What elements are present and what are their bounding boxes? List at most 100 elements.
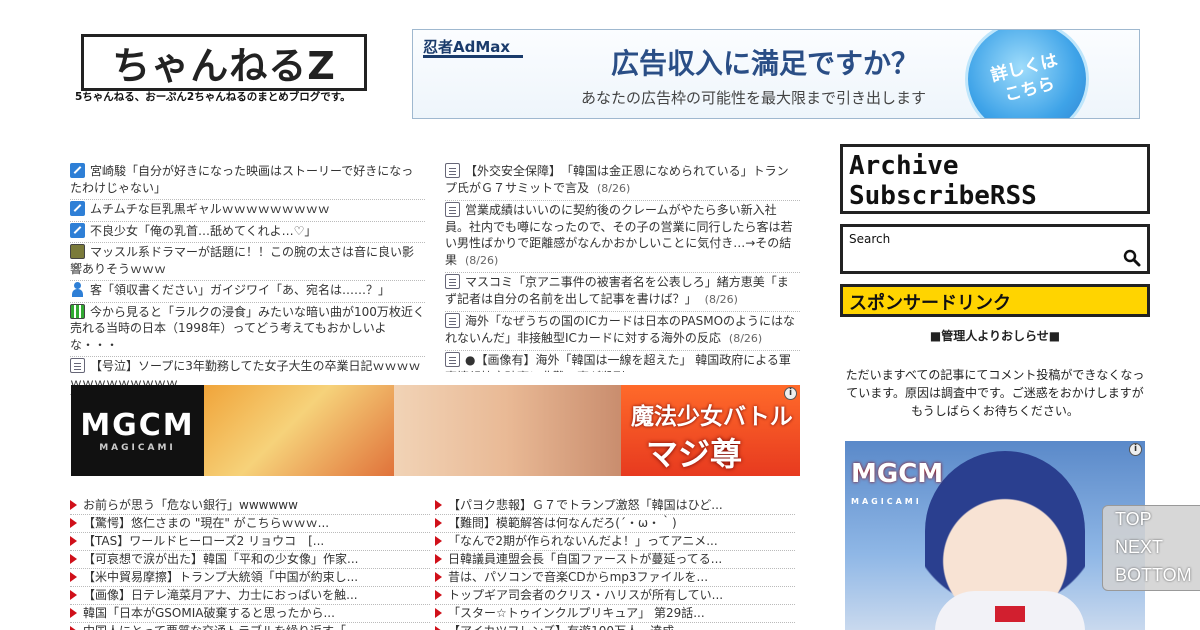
admin-notice-title: ■管理人よりおしらせ■ bbox=[929, 329, 1061, 343]
related-link-title[interactable]: 【アイカツフレンズ】有遊100万人、達成... bbox=[448, 624, 686, 630]
related-link-item[interactable]: 【パヨク悲報】Ｇ７でトランプ激怒「韓国はひど... bbox=[435, 497, 795, 515]
feed-item-title[interactable]: 宮崎駿「自分が好きになった映画はストーリーで好きになったわけじゃない」 bbox=[70, 164, 413, 195]
bullet-arrow-icon bbox=[435, 518, 442, 528]
site-logo[interactable]: ちゃんねるZ bbox=[81, 34, 367, 91]
feed-item-title[interactable]: 不良少女「俺の乳首…舐めてくれよ…♡」 bbox=[90, 224, 316, 238]
related-link-item[interactable]: 韓国「日本がGSOMIA破棄すると思ったから... bbox=[70, 605, 430, 623]
related-link-item[interactable]: 【アイカツフレンズ】有遊100万人、達成... bbox=[435, 623, 795, 630]
ad-cta-button[interactable]: 詳しくは こちら bbox=[965, 30, 1089, 118]
subscribe-rss-link[interactable]: SubscribeRSS bbox=[849, 181, 1141, 211]
feed-item[interactable]: マスコミ「京アニ事件の被害者名を公表しろ」緒方恵美「まず記者は自分の名前を出して… bbox=[445, 273, 800, 312]
related-link-title[interactable]: 【可哀想で涙が出た】韓国「平和の少女像」作家... bbox=[83, 552, 358, 566]
related-link-item[interactable]: 【驚愕】悠仁さまの "現在" がこちらｗｗｗ... bbox=[70, 515, 430, 533]
document-icon bbox=[445, 313, 460, 328]
ad-brand: 忍者AdMax bbox=[423, 38, 511, 56]
feed-item-date: (8/26) bbox=[465, 253, 499, 267]
related-link-item[interactable]: 日韓議員連盟会長「自国ファーストが蔓延ってる... bbox=[435, 551, 795, 569]
bullet-arrow-icon bbox=[70, 554, 77, 564]
related-link-item[interactable]: 「なんで2期が作られないんだよ！」ってアニメ... bbox=[435, 533, 795, 551]
related-link-title[interactable]: 【TAS】ワールドヒーローズ2 リョウコ [... bbox=[83, 534, 324, 548]
feed-item-date: (8/26) bbox=[633, 371, 666, 373]
feed-item[interactable]: 海外「なぜうちの国のICカードは日本のPASMOのようにはなれないんだ」非接触型… bbox=[445, 312, 800, 351]
related-link-item[interactable]: お前らが思う「危ない銀行」wwwwww bbox=[70, 497, 430, 515]
feed-item-date: (8/26) bbox=[597, 181, 631, 195]
nav-bottom-link[interactable]: BOTTOM bbox=[1115, 565, 1192, 586]
related-link-title[interactable]: 【難問】模範解答は何なんだろ(´・ω・｀) bbox=[448, 516, 677, 530]
feed-item-title[interactable]: 今から見ると「ラルクの浸食」みたいな暗い曲が100万枚近く売れる当時の日本（19… bbox=[70, 305, 425, 352]
feed-item[interactable]: 宮崎駿「自分が好きになった映画はストーリーで好きになったわけじゃない」 bbox=[70, 162, 425, 200]
feed-item[interactable]: 【外交安全保障】 「韓国は金正恩になめられている」トランプ氏がＧ７サミットで言及… bbox=[445, 162, 800, 201]
related-link-title[interactable]: トップギア司会者のクリス・ハリスが所有してい... bbox=[448, 588, 723, 602]
ad-brand-underline bbox=[423, 55, 523, 58]
mid-ad-copy-2: マジ尊い。 bbox=[646, 435, 743, 473]
bullet-arrow-icon bbox=[70, 608, 77, 618]
feed-item[interactable]: 不良少女「俺の乳首…舐めてくれよ…♡」 bbox=[70, 222, 425, 243]
related-link-title[interactable]: 韓国「日本がGSOMIA破棄すると思ったから... bbox=[83, 606, 335, 620]
bullet-arrow-icon bbox=[435, 500, 442, 510]
related-link-item[interactable]: 【可哀想で涙が出た】韓国「平和の少女像」作家... bbox=[70, 551, 430, 569]
bullet-arrow-icon bbox=[70, 572, 77, 582]
feed-item-date: (8/26) bbox=[728, 331, 763, 345]
ad-headline: 広告収入に満足ですか？ bbox=[611, 47, 920, 80]
bullet-arrow-icon bbox=[435, 536, 442, 546]
feed-item[interactable]: 営業成績はいいのに契約後のクレームがやたら多い新入社員。社内でも噂になったので、… bbox=[445, 201, 800, 273]
related-link-title[interactable]: 昔は、パソコンで音楽CDからmp3ファイルを... bbox=[448, 570, 708, 584]
related-link-title[interactable]: 【画像】日テレ滝菜月アナ、力士におっぱいを触... bbox=[83, 588, 358, 602]
blue-icon bbox=[70, 201, 85, 216]
bullet-arrow-icon bbox=[70, 590, 77, 600]
antenna-feed-right: 【外交安全保障】 「韓国は金正恩になめられている」トランプ氏がＧ７サミットで言及… bbox=[445, 162, 800, 372]
feed-item-date: (8/26) bbox=[704, 292, 738, 306]
archive-link[interactable]: Archive bbox=[849, 151, 1141, 181]
related-link-title[interactable]: お前らが思う「危ない銀行」wwwwww bbox=[83, 498, 298, 512]
middle-banner-ad[interactable]: MGCM MAGICAMI 魔法少女バトル マジ尊い。 i bbox=[71, 385, 800, 476]
blue-icon bbox=[70, 163, 85, 178]
related-link-title[interactable]: 「なんで2期が作られないんだよ！」ってアニメ... bbox=[448, 534, 718, 548]
nav-top-link[interactable]: TOP bbox=[1115, 509, 1152, 530]
mid-ad-logo-text: MGCM bbox=[80, 408, 195, 443]
document-icon bbox=[445, 274, 460, 289]
feed-item[interactable]: マッスル系ドラマーが話題に！！この腕の太さは音に良い影響ありそうｗｗｗ bbox=[70, 243, 425, 281]
related-link-title[interactable]: 「スター☆トゥインクルプリキュア」 第29話... bbox=[448, 606, 705, 620]
mid-ad-artwork-1 bbox=[204, 385, 394, 476]
related-link-item[interactable]: 【米中貿易摩擦】トランプ大統領「中国が約束し... bbox=[70, 569, 430, 587]
related-links-right: 【パヨク悲報】Ｇ７でトランプ激怒「韓国はひど... 【難問】模範解答は何なんだろ(… bbox=[435, 497, 795, 630]
search-label: Search bbox=[849, 232, 891, 246]
search-input[interactable] bbox=[849, 249, 1119, 267]
related-link-title[interactable]: 【パヨク悲報】Ｇ７でトランプ激怒「韓国はひど... bbox=[448, 498, 723, 512]
document-icon bbox=[70, 358, 85, 373]
related-link-title[interactable]: 中国人にとって悪質な交通トラブルを繰り返す「... bbox=[83, 624, 358, 630]
bullet-arrow-icon bbox=[70, 536, 77, 546]
feed-item-title[interactable]: 客「領収書ください」ガイジワイ「あ、宛名は……？」 bbox=[90, 283, 390, 297]
document-icon bbox=[445, 202, 460, 217]
feed-item[interactable]: ムチムチな巨乳黒ギャルｗｗｗｗｗｗｗｗｗ bbox=[70, 200, 425, 222]
related-link-title[interactable]: 日韓議員連盟会長「自国ファーストが蔓延ってる... bbox=[448, 552, 722, 566]
feed-item[interactable]: 客「領収書ください」ガイジワイ「あ、宛名は……？」 bbox=[70, 281, 425, 303]
related-link-item[interactable]: 中国人にとって悪質な交通トラブルを繰り返す「... bbox=[70, 623, 430, 630]
sidebar-ad[interactable]: MGCM MAGICAMI i bbox=[845, 441, 1145, 630]
feed-item-title[interactable]: ●【画像有】海外「韓国は一線を超えた」 韓国政府による軍事情報協定破棄に非難の声… bbox=[445, 353, 791, 372]
search-icon[interactable] bbox=[1123, 249, 1141, 267]
feed-item-title[interactable]: マッスル系ドラマーが話題に！！この腕の太さは音に良い影響ありそうｗｗｗ bbox=[70, 245, 414, 276]
feed-item-title[interactable]: ムチムチな巨乳黒ギャルｗｗｗｗｗｗｗｗｗ bbox=[90, 202, 330, 216]
sidebar-ad-logo-text: MGCM bbox=[851, 459, 944, 489]
related-link-item[interactable]: 昔は、パソコンで音楽CDからmp3ファイルを... bbox=[435, 569, 795, 587]
top-banner-ad[interactable]: 忍者AdMax 広告収入に満足ですか？ あなたの広告枠の可能性を最大限まで引き出… bbox=[412, 29, 1140, 119]
antenna-feed-left: 宮崎駿「自分が好きになった映画はストーリーで好きになったわけじゃない」ムチムチな… bbox=[70, 162, 425, 395]
related-link-item[interactable]: 【難問】模範解答は何なんだろ(´・ω・｀) bbox=[435, 515, 795, 533]
related-link-item[interactable]: 「スター☆トゥインクルプリキュア」 第29話... bbox=[435, 605, 795, 623]
mid-ad-logo-sub: MAGICAMI bbox=[99, 443, 176, 453]
related-link-title[interactable]: 【米中貿易摩擦】トランプ大統領「中国が約束し... bbox=[83, 570, 358, 584]
nav-next-link[interactable]: NEXT bbox=[1115, 537, 1163, 558]
feed-item[interactable]: ●【画像有】海外「韓国は一線を超えた」 韓国政府による軍事情報協定破棄に非難の声… bbox=[445, 351, 800, 372]
grid-icon bbox=[70, 303, 85, 319]
related-link-title[interactable]: 【驚愕】悠仁さまの "現在" がこちらｗｗｗ... bbox=[83, 516, 329, 530]
site-tagline: 5ちゃんねる、おーぷん2ちゃんねるのまとめブログです。 bbox=[75, 91, 351, 103]
mid-ad-logo: MGCM MAGICAMI bbox=[71, 385, 204, 476]
related-link-item[interactable]: トップギア司会者のクリス・ハリスが所有してい... bbox=[435, 587, 795, 605]
related-link-item[interactable]: 【画像】日テレ滝菜月アナ、力士におっぱいを触... bbox=[70, 587, 430, 605]
sponsor-link-label: スポンサードリンク bbox=[849, 293, 1011, 314]
ad-info-icon[interactable]: i bbox=[784, 387, 797, 400]
feed-item[interactable]: 今から見ると「ラルクの浸食」みたいな暗い曲が100万枚近く売れる当時の日本（19… bbox=[70, 303, 425, 357]
ad-info-icon[interactable]: i bbox=[1129, 443, 1142, 456]
related-link-item[interactable]: 【TAS】ワールドヒーローズ2 リョウコ [... bbox=[70, 533, 430, 551]
